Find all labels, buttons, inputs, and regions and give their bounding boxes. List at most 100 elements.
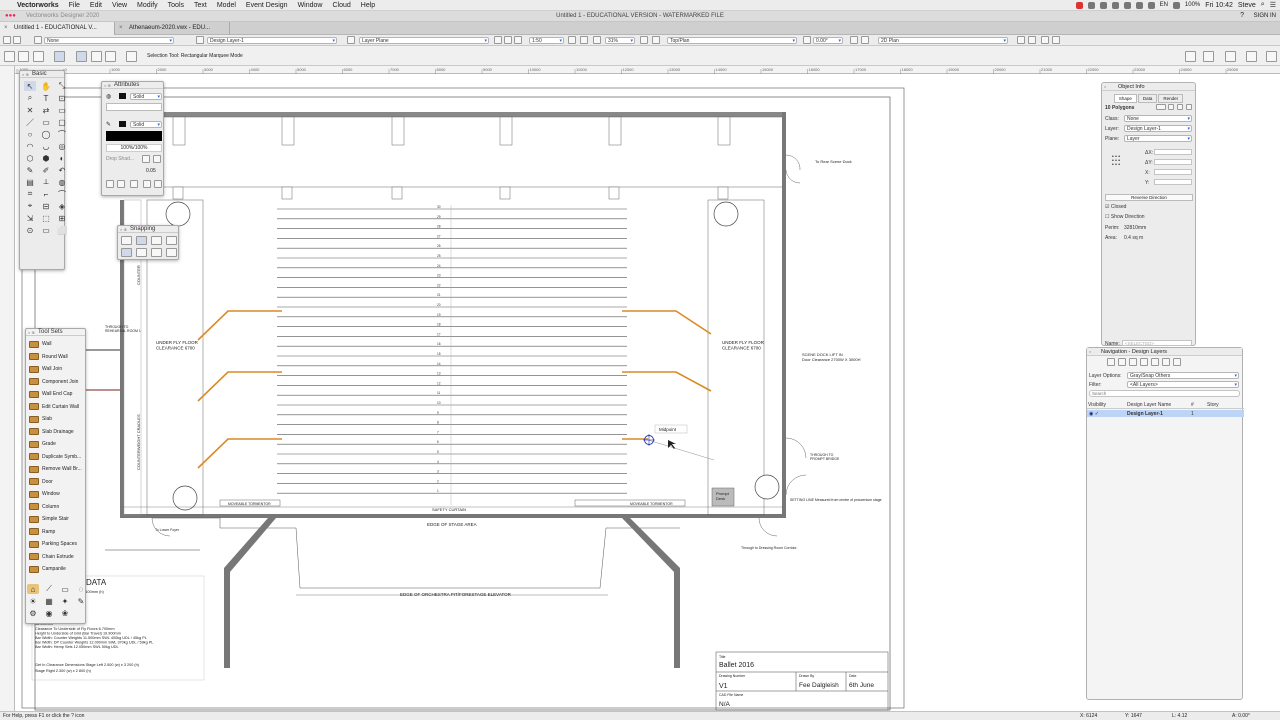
pencil-tool-icon[interactable]: ✎ xyxy=(24,165,36,175)
filter-dropdown[interactable]: <All Layers> xyxy=(1127,381,1239,388)
spotlight-search-icon[interactable]: ⌕ xyxy=(1261,1,1265,9)
eyedropper-tool-icon[interactable]: ✐ xyxy=(40,165,52,175)
camera-icon[interactable] xyxy=(1028,36,1036,44)
snap-grid-icon[interactable] xyxy=(121,236,132,245)
class-dropdown[interactable]: None xyxy=(44,37,174,44)
list-item[interactable]: Chain Extrude xyxy=(26,551,85,564)
list-item[interactable]: Round Wall xyxy=(26,351,85,364)
selection-mode-icon-1[interactable] xyxy=(4,51,15,62)
list-item[interactable]: Wall End Cap xyxy=(26,388,85,401)
menu-modify[interactable]: Modify xyxy=(132,2,163,9)
clip-tool-icon[interactable]: ▤ xyxy=(24,177,36,187)
list-item[interactable]: Wall xyxy=(26,338,85,351)
volume-icon[interactable] xyxy=(1172,1,1180,9)
list-item[interactable]: Component Join xyxy=(26,376,85,389)
object-info-option-4[interactable] xyxy=(1186,104,1192,110)
arrow-left-icon[interactable] xyxy=(117,180,125,188)
nav-delete-icon[interactable] xyxy=(1129,358,1137,366)
toolset-landscape-icon[interactable]: ❀ xyxy=(59,608,71,618)
snap-icon[interactable] xyxy=(1185,51,1196,62)
tab-untitled-1[interactable]: × Untitled 1 - EDUCATIONAL V... xyxy=(0,22,115,35)
col-number[interactable]: # xyxy=(1191,402,1194,408)
symbol-insertion-icon[interactable]: ⊙ xyxy=(24,225,36,235)
list-item[interactable]: Campanile xyxy=(26,563,85,576)
flyover-icon[interactable] xyxy=(640,36,648,44)
visibility-icon[interactable]: ◉ ✓ xyxy=(1089,411,1099,417)
selection-mode-icon-4[interactable] xyxy=(54,51,65,62)
toolset-visualization-icon[interactable]: ☀ xyxy=(27,596,39,606)
polyline-tool-icon[interactable]: ◐ xyxy=(56,153,68,163)
arc-tool-icon[interactable]: ⌒ xyxy=(56,129,68,139)
snap-intersection-icon[interactable] xyxy=(166,236,177,245)
dy-field[interactable] xyxy=(1154,159,1192,165)
view-icon-3[interactable] xyxy=(514,36,522,44)
list-item[interactable]: Parking Spaces xyxy=(26,538,85,551)
clock[interactable]: Fri 10:42 xyxy=(1205,2,1233,9)
list-item[interactable]: Grade xyxy=(26,438,85,451)
nav-story-icon[interactable] xyxy=(1162,358,1170,366)
closed-checkbox[interactable]: ☑ Closed xyxy=(1105,204,1126,210)
toolset-spotlight-icon[interactable]: ✦ xyxy=(59,596,71,606)
toolset-building-shell-icon[interactable]: ⌂ xyxy=(27,584,39,594)
move-tool-icon[interactable]: ⇲ xyxy=(24,213,36,223)
snap-smart-points-icon[interactable] xyxy=(136,248,147,257)
battery-percent[interactable]: 100% xyxy=(1185,2,1200,8)
pan-tool-icon[interactable]: ✋ xyxy=(40,81,52,91)
control-center-icon[interactable]: ☰ xyxy=(1270,1,1276,9)
status-app-icon[interactable] xyxy=(1075,1,1083,9)
y-field[interactable] xyxy=(1154,179,1192,185)
zoom-glass-icon[interactable] xyxy=(593,36,601,44)
polygon-tool-icon[interactable]: ⬡ xyxy=(24,153,36,163)
pen-style-dropdown[interactable]: Solid xyxy=(130,121,162,128)
double-line-icon[interactable]: ▭ xyxy=(40,117,52,127)
list-item[interactable]: Window xyxy=(26,488,85,501)
forward-icon[interactable] xyxy=(13,36,21,44)
line-thickness[interactable]: 0.05 xyxy=(146,168,156,174)
rectangular-marquee-icon[interactable] xyxy=(76,51,87,62)
preferences-icon[interactable] xyxy=(126,51,137,62)
nav-new-layer-icon[interactable] xyxy=(1107,358,1115,366)
loci-tool-icon[interactable]: ⬚ xyxy=(40,213,52,223)
help-icon[interactable]: ? xyxy=(1240,12,1244,19)
zoom-tool-icon[interactable]: ⌕ xyxy=(24,93,36,103)
x-field[interactable] xyxy=(1154,169,1192,175)
arrow-right-icon[interactable] xyxy=(143,180,151,188)
menu-window[interactable]: Window xyxy=(293,2,328,9)
snap-object-icon[interactable] xyxy=(136,236,147,245)
bluetooth-icon[interactable] xyxy=(1135,1,1143,9)
col-layer-name[interactable]: Design Layer Name xyxy=(1127,402,1171,408)
freehand-tool-icon[interactable]: ◡ xyxy=(40,141,52,151)
polygon-marquee-icon[interactable] xyxy=(105,51,116,62)
mirror-tool-icon[interactable]: ⌗ xyxy=(24,189,36,199)
tab-close-icon[interactable]: × xyxy=(119,25,123,31)
menu-view[interactable]: View xyxy=(107,2,132,9)
sync-icon[interactable] xyxy=(1111,1,1119,9)
pen-color-swatch[interactable] xyxy=(119,121,126,127)
zoom-icon[interactable] xyxy=(580,36,588,44)
layer-options-dropdown[interactable]: Gray/Snap Others xyxy=(1127,372,1239,379)
time-machine-icon[interactable] xyxy=(1123,1,1131,9)
vertical-ruler[interactable] xyxy=(0,66,15,711)
tab-close-icon[interactable]: × xyxy=(4,25,8,31)
snap-smart-edge-icon[interactable] xyxy=(151,248,162,257)
rotate-plan-icon[interactable] xyxy=(803,36,811,44)
drop-shadow-toggle[interactable] xyxy=(142,155,150,163)
user-name[interactable]: Steve xyxy=(1238,2,1256,9)
nav-settings-icon[interactable] xyxy=(1173,358,1181,366)
toolset-dims-icon[interactable]: ⟋ xyxy=(43,584,55,594)
menu-file[interactable]: File xyxy=(64,2,85,9)
arrow-style-icon[interactable] xyxy=(130,180,138,188)
toolset-detailing-icon[interactable]: ◌ xyxy=(75,584,87,594)
flyover-tool-icon[interactable]: ⤡ xyxy=(56,81,68,91)
name-field[interactable]: <SELECTED> xyxy=(1122,340,1192,346)
offset-tool-icon[interactable]: ⟂ xyxy=(40,177,52,187)
chamfer-tool-icon[interactable]: ⌒ xyxy=(56,189,68,199)
toolset-rigging-icon[interactable]: ⚙ xyxy=(27,608,39,618)
object-info-option-2[interactable] xyxy=(1168,104,1174,110)
list-item[interactable]: Column xyxy=(26,501,85,514)
position-grid-icon[interactable]: • • • • • • • • • xyxy=(1112,155,1120,168)
input-flag[interactable]: EN xyxy=(1160,2,1168,8)
table-row[interactable]: ◉ ✓ Design Layer-1 1 xyxy=(1087,410,1244,417)
selection-mode-icon-3[interactable] xyxy=(33,51,44,62)
reshape-tool-icon[interactable]: ◍ xyxy=(56,177,68,187)
